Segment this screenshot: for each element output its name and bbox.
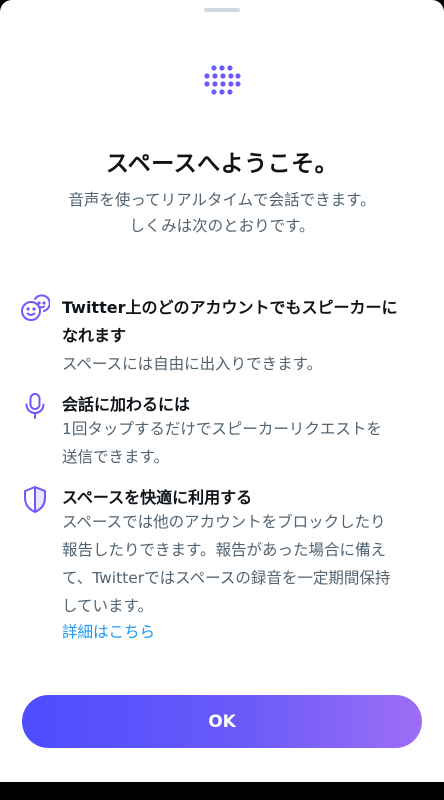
- feature-description: スペースには自由に出入りできます。: [62, 350, 420, 378]
- system-navigation-bar: [0, 782, 444, 800]
- spaces-dots-icon: [204, 65, 241, 95]
- feature-description-line: 報告したりできます。報告があった場合に備え: [62, 541, 386, 559]
- feature-description-line: て、Twitterではスペースの録音を一定期間保持: [62, 569, 391, 587]
- microphone-icon: [25, 393, 45, 419]
- subtitle-line: 音声を使ってリアルタイムで会話できます。: [68, 191, 376, 209]
- learn-more-link[interactable]: 詳細はこちら: [62, 618, 155, 646]
- drag-handle[interactable]: [204, 8, 240, 12]
- feature-description-line: しています。: [62, 597, 153, 615]
- feature-heading-line: Twitter上のどのアカウントでもスピーカーに: [62, 298, 398, 317]
- ok-button[interactable]: OK: [22, 695, 422, 748]
- welcome-bottom-sheet: スペースへようこそ。 音声を使ってリアルタイムで会話できます。 しくみは次のとお…: [0, 0, 444, 782]
- feature-description: 1回タップするだけでスピーカーリクエストを 送信できます。: [62, 415, 420, 471]
- smiley-faces-icon: [21, 294, 50, 321]
- feature-description-line: 1回タップするだけでスピーカーリクエストを: [62, 420, 382, 438]
- feature-description-line: スペースでは他のアカウントをブロックしたり: [62, 513, 386, 531]
- shield-icon: [24, 486, 46, 513]
- page-title: スペースへようこそ。: [105, 151, 339, 177]
- feature-description: スペースでは他のアカウントをブロックしたり 報告したりできます。報告があった場合…: [62, 508, 420, 620]
- feature-description-line: スペースには自由に出入りできます。: [62, 355, 323, 373]
- feature-heading: Twitter上のどのアカウントでもスピーカーに なれます: [62, 294, 420, 350]
- subtitle: 音声を使ってリアルタイムで会話できます。 しくみは次のとおりです。: [30, 187, 414, 239]
- feature-description-line: 送信できます。: [62, 448, 169, 466]
- feature-heading-line: なれます: [62, 326, 127, 345]
- subtitle-line: しくみは次のとおりです。: [129, 217, 315, 235]
